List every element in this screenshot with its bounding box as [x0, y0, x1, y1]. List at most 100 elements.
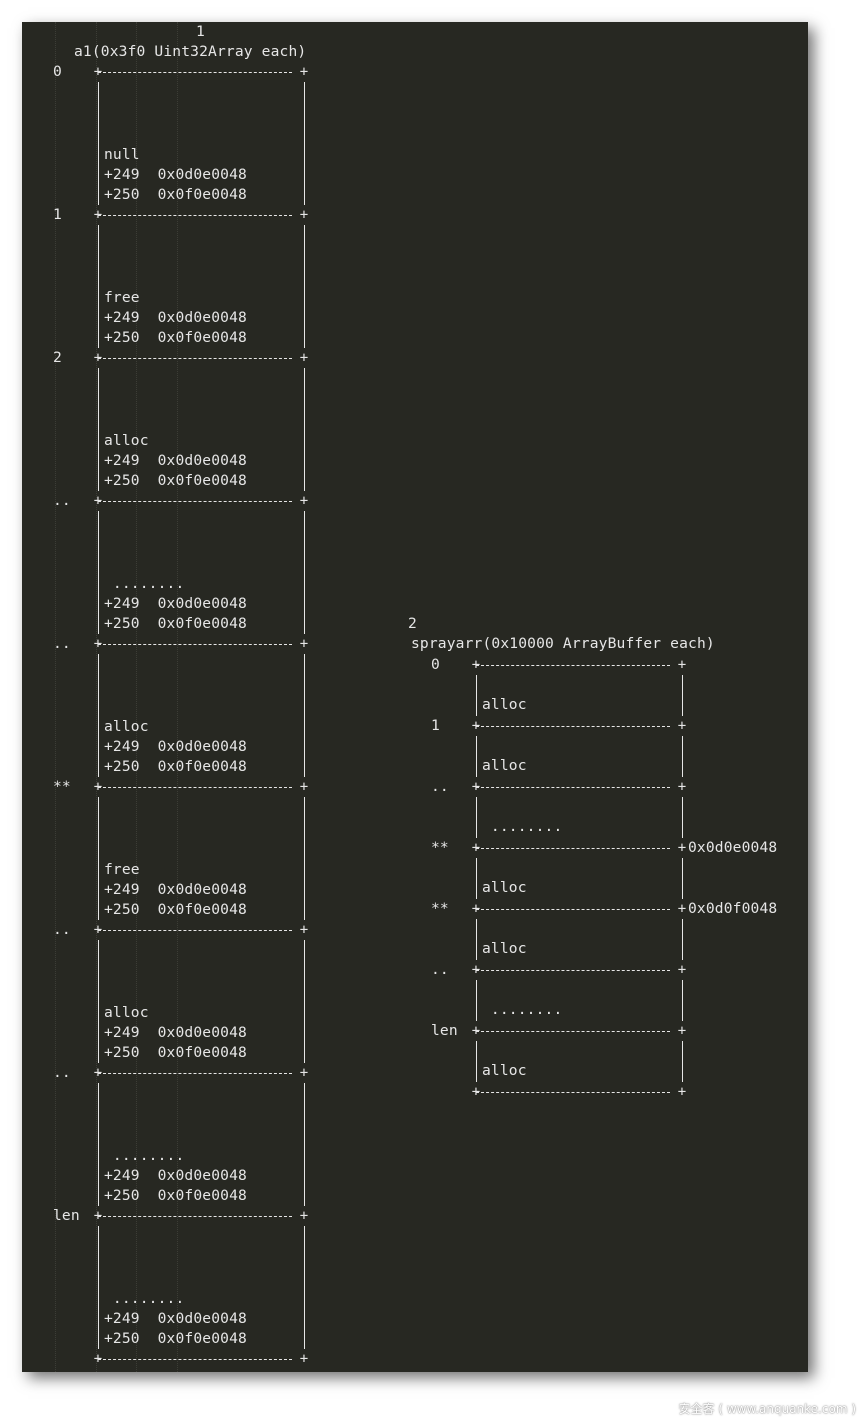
- left-wall: [304, 225, 305, 348]
- right-chunk-index: **: [431, 900, 449, 917]
- left-corner: +: [93, 1208, 103, 1224]
- left-corner: +: [93, 350, 103, 366]
- right-corner: +: [677, 657, 687, 673]
- left-corner: +: [93, 779, 103, 795]
- right-chunk-index: len: [431, 1022, 458, 1039]
- right-wall: [682, 736, 683, 777]
- left-corner: +: [93, 636, 103, 652]
- left-boundary-line: [98, 930, 292, 931]
- right-chunk-index: ..: [431, 961, 449, 978]
- right-chunk-index: 1: [431, 717, 440, 734]
- right-boundary-line: [476, 970, 670, 971]
- right-wall: [682, 675, 683, 716]
- right-wall: [682, 919, 683, 960]
- left-wall: [304, 940, 305, 1063]
- left-wall: [98, 797, 99, 920]
- left-corner: +: [299, 779, 309, 795]
- left-wall: [304, 797, 305, 920]
- right-wall: [476, 980, 477, 1021]
- right-chunk-pointer: 0x0d0f0048: [688, 900, 778, 917]
- left-boundary-line: [98, 787, 292, 788]
- right-wall: [476, 858, 477, 899]
- left-chunk-offset: +250 0x0f0e0048: [104, 1330, 247, 1347]
- left-chunk-offset: +249 0x0d0e0048: [104, 1024, 247, 1041]
- right-corner: +: [471, 1023, 481, 1039]
- left-wall: [304, 368, 305, 491]
- right-wall: [476, 736, 477, 777]
- left-chunk-offset: +250 0x0f0e0048: [104, 758, 247, 775]
- left-wall: [98, 368, 99, 491]
- right-chunk-status: ........: [482, 818, 563, 835]
- right-chunk-index: 0: [431, 656, 440, 673]
- left-chunk-offset: +250 0x0f0e0048: [104, 329, 247, 346]
- left-chunk-offset: +250 0x0f0e0048: [104, 1187, 247, 1204]
- right-corner: +: [471, 657, 481, 673]
- right-chunk-status: alloc: [482, 879, 527, 896]
- left-corner: +: [299, 1208, 309, 1224]
- right-corner: +: [471, 901, 481, 917]
- left-boundary-line: [98, 358, 292, 359]
- left-wall: [304, 654, 305, 777]
- right-corner: +: [471, 1084, 481, 1100]
- left-chunk-index: **: [53, 778, 71, 795]
- right-chunk-index: **: [431, 839, 449, 856]
- left-chunk-offset: +249 0x0d0e0048: [104, 595, 247, 612]
- left-wall: [98, 1083, 99, 1206]
- right-wall: [476, 919, 477, 960]
- left-wall: [98, 511, 99, 634]
- left-corner: +: [93, 493, 103, 509]
- left-chunk-offset: +249 0x0d0e0048: [104, 309, 247, 326]
- left-wall: [304, 82, 305, 205]
- left-title: a1(0x3f0 Uint32Array each): [74, 43, 307, 60]
- left-chunk-offset: +249 0x0d0e0048: [104, 166, 247, 183]
- left-chunk-status: alloc: [104, 718, 149, 735]
- left-corner: +: [299, 922, 309, 938]
- right-corner: +: [471, 840, 481, 856]
- left-corner: +: [299, 64, 309, 80]
- right-wall: [476, 1041, 477, 1082]
- left-boundary-line: [98, 72, 292, 73]
- right-boundary-line: [476, 909, 670, 910]
- left-chunk-status: ........: [104, 575, 185, 592]
- left-wall: [304, 511, 305, 634]
- left-corner: +: [93, 1065, 103, 1081]
- left-corner: +: [93, 207, 103, 223]
- right-corner: +: [677, 718, 687, 734]
- left-corner: +: [93, 64, 103, 80]
- left-corner: +: [93, 1351, 103, 1367]
- left-chunk-offset: +249 0x0d0e0048: [104, 452, 247, 469]
- left-corner: +: [299, 207, 309, 223]
- left-chunk-index: 1: [53, 206, 62, 223]
- left-chunk-offset: +250 0x0f0e0048: [104, 901, 247, 918]
- right-wall: [682, 1041, 683, 1082]
- left-boundary-line: [98, 644, 292, 645]
- left-boundary-line: [98, 215, 292, 216]
- left-chunk-offset: +249 0x0d0e0048: [104, 1310, 247, 1327]
- right-corner: +: [677, 840, 687, 856]
- left-corner: +: [299, 1351, 309, 1367]
- left-corner: +: [299, 1065, 309, 1081]
- right-wall: [476, 675, 477, 716]
- right-wall: [682, 980, 683, 1021]
- right-boundary-line: [476, 665, 670, 666]
- right-corner: +: [471, 779, 481, 795]
- right-title: sprayarr(0x10000 ArrayBuffer each): [411, 635, 715, 652]
- left-wall: [304, 1226, 305, 1349]
- right-corner: +: [471, 718, 481, 734]
- right-chunk-status: ........: [482, 1001, 563, 1018]
- right-chunk-pointer: 0x0d0e0048: [688, 839, 778, 856]
- right-chunk-index: ..: [431, 778, 449, 795]
- left-chunk-offset: +249 0x0d0e0048: [104, 738, 247, 755]
- left-chunk-status: alloc: [104, 432, 149, 449]
- left-chunk-offset: +250 0x0f0e0048: [104, 186, 247, 203]
- left-figure-number: 1: [196, 23, 205, 40]
- right-corner: +: [471, 962, 481, 978]
- left-wall: [98, 654, 99, 777]
- right-wall: [476, 797, 477, 838]
- editor-panel: 1 a1(0x3f0 Uint32Array each) 2 sprayarr(…: [22, 22, 808, 1372]
- left-corner: +: [299, 636, 309, 652]
- right-boundary-line: [476, 787, 670, 788]
- right-wall: [682, 797, 683, 838]
- left-chunk-status: ........: [104, 1147, 185, 1164]
- left-chunk-index: ..: [53, 492, 71, 509]
